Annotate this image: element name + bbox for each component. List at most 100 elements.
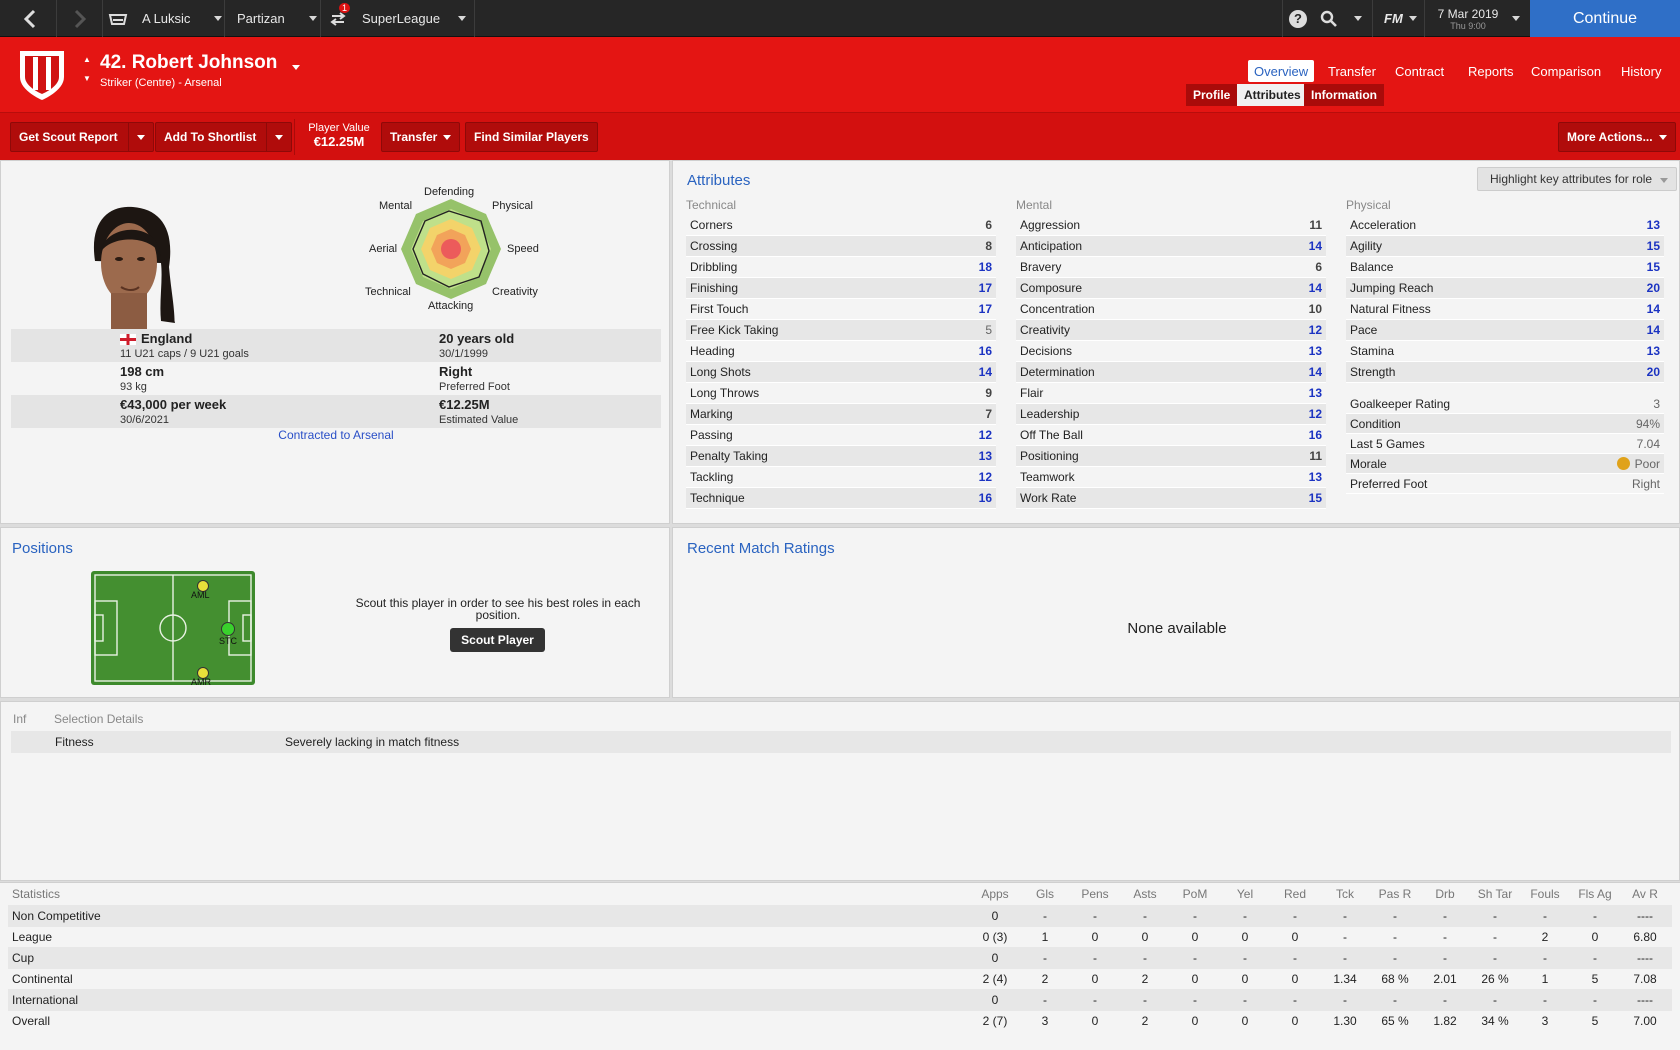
highlight-key-attributes-button[interactable]: Highlight key attributes for role: [1477, 167, 1678, 191]
extra-attribute-row[interactable]: Last 5 Games 7.04: [1346, 434, 1664, 454]
technical-attribute-row[interactable]: Heading 16: [686, 341, 996, 362]
statistics-column-header[interactable]: Red: [1270, 883, 1320, 905]
technical-attribute-row[interactable]: Penalty Taking 13: [686, 446, 996, 467]
shortlist-dropdown[interactable]: [266, 122, 284, 152]
physical-attribute-row[interactable]: Natural Fitness 14: [1346, 299, 1664, 320]
mental-attribute-row[interactable]: Off The Ball 16: [1016, 425, 1326, 446]
statistics-column-header[interactable]: Yel: [1220, 883, 1270, 905]
statistics-column-header[interactable]: Sh Tar: [1470, 883, 1520, 905]
technical-attribute-row[interactable]: Tackling 12: [686, 467, 996, 488]
forward-arrow-icon: [74, 9, 87, 28]
technical-attribute-row[interactable]: Crossing 8: [686, 236, 996, 257]
tab-history[interactable]: History: [1615, 60, 1667, 82]
statistics-cell: -: [1343, 993, 1347, 1007]
statistics-column-header[interactable]: Tck: [1320, 883, 1370, 905]
physical-attribute-row[interactable]: Agility 15: [1346, 236, 1664, 257]
technical-attribute-row[interactable]: Technique 16: [686, 488, 996, 509]
mental-attribute-row[interactable]: Composure 14: [1016, 278, 1326, 299]
extra-attribute-row[interactable]: Condition 94%: [1346, 414, 1664, 434]
date-menu-button[interactable]: [1512, 0, 1520, 37]
more-actions-button[interactable]: More Actions...: [1558, 122, 1676, 152]
next-player-button[interactable]: ▼: [83, 74, 91, 83]
technical-attribute-row[interactable]: Long Shots 14: [686, 362, 996, 383]
technical-attribute-row[interactable]: First Touch 17: [686, 299, 996, 320]
transfer-button[interactable]: Transfer: [381, 122, 461, 152]
technical-attribute-row[interactable]: Long Throws 9: [686, 383, 996, 404]
search-button[interactable]: [1320, 0, 1362, 37]
contracted-club-link[interactable]: Contracted to Arsenal: [1, 428, 671, 442]
extra-attribute-row[interactable]: Goalkeeper Rating 3: [1346, 394, 1664, 414]
chevron-down-icon: [136, 134, 145, 140]
extra-attribute-row[interactable]: Morale Poor: [1346, 454, 1664, 474]
statistics-column-header[interactable]: Asts: [1120, 883, 1170, 905]
subtab-information[interactable]: Information: [1304, 84, 1384, 106]
physical-attribute-row[interactable]: Pace 14: [1346, 320, 1664, 341]
mental-attribute-row[interactable]: Concentration 10: [1016, 299, 1326, 320]
technical-attribute-row[interactable]: Finishing 17: [686, 278, 996, 299]
statistics-column-header[interactable]: Statistics: [12, 883, 212, 905]
back-button[interactable]: [18, 0, 42, 37]
find-similar-players-button[interactable]: Find Similar Players: [465, 122, 598, 152]
statistics-column-header[interactable]: Gls: [1020, 883, 1070, 905]
get-scout-report-button[interactable]: Get Scout Report: [10, 122, 154, 152]
technical-attribute-row[interactable]: Free Kick Taking 5: [686, 320, 996, 341]
mental-attribute-row[interactable]: Determination 14: [1016, 362, 1326, 383]
technical-attribute-row[interactable]: Corners 6: [686, 215, 996, 236]
physical-attribute-row[interactable]: Stamina 13: [1346, 341, 1664, 362]
add-to-shortlist-button[interactable]: Add To Shortlist: [155, 122, 293, 152]
tab-overview[interactable]: Overview: [1248, 60, 1315, 82]
physical-attribute-row[interactable]: Strength 20: [1346, 362, 1664, 383]
player-menu-chevron-icon[interactable]: [292, 65, 300, 70]
date-display[interactable]: 7 Mar 2019 Thu 9:00: [1432, 0, 1504, 37]
mental-attribute-row[interactable]: Decisions 13: [1016, 341, 1326, 362]
mental-attribute-row[interactable]: Creativity 12: [1016, 320, 1326, 341]
league-menu[interactable]: SuperLeague: [362, 0, 467, 37]
statistics-cell: -: [1193, 951, 1197, 965]
attribute-name: Heading: [690, 344, 735, 358]
technical-attribute-row[interactable]: Dribbling 18: [686, 257, 996, 278]
mental-attribute-row[interactable]: Positioning 11: [1016, 446, 1326, 467]
previous-player-button[interactable]: ▲: [83, 55, 91, 64]
scout-player-button[interactable]: Scout Player: [450, 628, 545, 652]
physical-attribute-row[interactable]: Balance 15: [1346, 257, 1664, 278]
mental-attribute-row[interactable]: Work Rate 15: [1016, 488, 1326, 509]
manager-menu[interactable]: A Luksic: [108, 0, 223, 37]
fm-logo-icon: FM: [1384, 11, 1403, 26]
tab-transfer[interactable]: Transfer: [1322, 60, 1382, 82]
tab-reports[interactable]: Reports: [1462, 60, 1520, 82]
mental-attribute-row[interactable]: Aggression 11: [1016, 215, 1326, 236]
statistics-column-header[interactable]: Av R: [1620, 883, 1670, 905]
transfer-notifications[interactable]: 1: [328, 0, 351, 37]
statistics-column-header[interactable]: Pas R: [1370, 883, 1420, 905]
subtab-attributes[interactable]: Attributes: [1237, 84, 1308, 106]
physical-attribute-row[interactable]: Acceleration 13: [1346, 215, 1664, 236]
statistics-column-header[interactable]: Drb: [1420, 883, 1470, 905]
help-button[interactable]: ?: [1286, 0, 1310, 37]
scout-report-dropdown[interactable]: [127, 122, 145, 152]
statistics-cell: -: [1393, 930, 1397, 944]
extra-attribute-row[interactable]: Preferred Foot Right: [1346, 474, 1664, 494]
technical-attribute-row[interactable]: Passing 12: [686, 425, 996, 446]
statistics-column-header[interactable]: PoM: [1170, 883, 1220, 905]
mental-attribute-row[interactable]: Anticipation 14: [1016, 236, 1326, 257]
statistics-column-header[interactable]: Fouls: [1520, 883, 1570, 905]
tab-contract[interactable]: Contract: [1389, 60, 1450, 82]
physical-attribute-row[interactable]: Jumping Reach 20: [1346, 278, 1664, 299]
chevron-down-icon: [1354, 16, 1362, 21]
mental-attribute-row[interactable]: Teamwork 13: [1016, 467, 1326, 488]
forward-button[interactable]: [68, 0, 92, 37]
statistics-row: Non Competitive 0- - - - - - - - - - - - ----: [8, 905, 1672, 927]
tab-comparison[interactable]: Comparison: [1525, 60, 1607, 82]
continue-button[interactable]: Continue: [1530, 0, 1680, 37]
statistics-cell: -: [1443, 993, 1447, 1007]
mental-attribute-row[interactable]: Flair 13: [1016, 383, 1326, 404]
fm-menu[interactable]: FM: [1384, 0, 1417, 37]
technical-attribute-row[interactable]: Marking 7: [686, 404, 996, 425]
mental-attribute-row[interactable]: Bravery 6: [1016, 257, 1326, 278]
mental-attribute-row[interactable]: Leadership 12: [1016, 404, 1326, 425]
statistics-column-header[interactable]: Apps: [970, 883, 1020, 905]
club-menu[interactable]: Partizan: [237, 0, 317, 37]
statistics-column-header[interactable]: Fls Ag: [1570, 883, 1620, 905]
statistics-column-header[interactable]: Pens: [1070, 883, 1120, 905]
subtab-profile[interactable]: Profile: [1186, 84, 1238, 106]
